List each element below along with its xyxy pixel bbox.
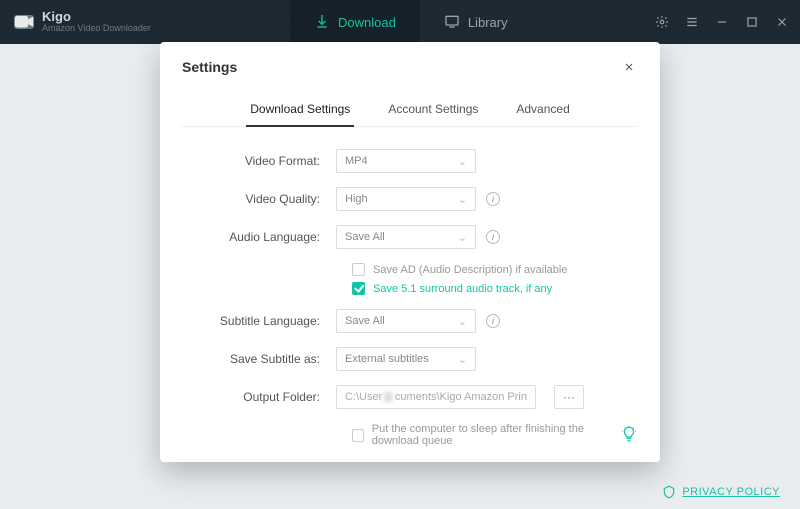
label-video-quality: Video Quality:: [186, 192, 336, 206]
output-path-prefix: C:\User: [345, 391, 382, 403]
library-icon: [444, 13, 460, 32]
label-audio-language: Audio Language:: [186, 230, 336, 244]
label-save-subtitle-as: Save Subtitle as:: [186, 352, 336, 366]
nav-download[interactable]: Download: [290, 0, 420, 44]
info-icon[interactable]: i: [486, 314, 500, 328]
modal-title: Settings: [182, 59, 237, 75]
label-subtitle-language: Subtitle Language:: [186, 314, 336, 328]
select-video-quality[interactable]: High ⌄: [336, 187, 476, 211]
modal-close-button[interactable]: [620, 58, 638, 76]
download-icon: [314, 13, 330, 32]
browse-button[interactable]: ···: [554, 385, 584, 409]
minimize-icon[interactable]: [714, 14, 730, 30]
label-output-folder: Output Folder:: [186, 390, 336, 404]
chevron-down-icon: ⌄: [458, 353, 467, 366]
select-audio-language-value: Save All: [345, 231, 385, 243]
checkbox-sleep-after[interactable]: [352, 429, 364, 442]
settings-tabs: Download Settings Account Settings Advan…: [182, 96, 638, 127]
privacy-policy-link[interactable]: PRIVACY POLICY: [662, 485, 780, 499]
settings-modal: Settings Download Settings Account Setti…: [160, 42, 660, 462]
brand-title: Kigo: [42, 10, 151, 24]
gear-icon[interactable]: [654, 14, 670, 30]
label-save-ad: Save AD (Audio Description) if available: [373, 264, 567, 276]
maximize-icon[interactable]: [744, 14, 760, 30]
select-video-format[interactable]: MP4 ⌄: [336, 149, 476, 173]
chevron-down-icon: ⌄: [458, 231, 467, 244]
modal-header: Settings: [182, 58, 638, 76]
select-audio-language[interactable]: Save All ⌄: [336, 225, 476, 249]
close-icon[interactable]: [774, 14, 790, 30]
window-controls: [654, 0, 790, 44]
menu-icon[interactable]: [684, 14, 700, 30]
privacy-policy-label: PRIVACY POLICY: [682, 486, 780, 498]
chevron-down-icon: ⌄: [458, 315, 467, 328]
output-folder-input[interactable]: C:\User cuments\Kigo Amazon Prin: [336, 385, 536, 409]
info-icon[interactable]: i: [486, 230, 500, 244]
select-video-quality-value: High: [345, 193, 368, 205]
tab-advanced[interactable]: Advanced: [512, 96, 573, 126]
brand-icon: [14, 15, 34, 29]
select-save-subtitle-as-value: External subtitles: [345, 353, 429, 365]
chevron-down-icon: ⌄: [458, 155, 467, 168]
main-nav: Download Library: [290, 0, 532, 44]
label-video-format: Video Format:: [186, 154, 336, 168]
nav-download-label: Download: [338, 15, 396, 30]
titlebar: Kigo Amazon Video Downloader Download Li…: [0, 0, 800, 44]
info-icon[interactable]: i: [486, 192, 500, 206]
chevron-down-icon: ⌄: [458, 193, 467, 206]
tab-account-settings[interactable]: Account Settings: [384, 96, 482, 126]
select-save-subtitle-as[interactable]: External subtitles ⌄: [336, 347, 476, 371]
output-path-blurred: [384, 392, 393, 402]
checkbox-save-ad[interactable]: [352, 263, 365, 276]
nav-library[interactable]: Library: [420, 0, 532, 44]
checkbox-save-51[interactable]: [352, 282, 365, 295]
brand-subtitle: Amazon Video Downloader: [42, 24, 151, 34]
label-save-51: Save 5.1 surround audio track, if any: [373, 283, 552, 295]
label-sleep-after: Put the computer to sleep after finishin…: [372, 423, 634, 447]
select-video-format-value: MP4: [345, 155, 368, 167]
settings-form: Video Format: MP4 ⌄ Video Quality: High …: [182, 149, 638, 453]
tip-button[interactable]: [620, 425, 638, 448]
select-subtitle-language-value: Save All: [345, 315, 385, 327]
nav-library-label: Library: [468, 15, 508, 30]
tab-download-settings[interactable]: Download Settings: [246, 96, 354, 126]
brand: Kigo Amazon Video Downloader: [0, 10, 151, 34]
app-window: Kigo Amazon Video Downloader Download Li…: [0, 0, 800, 509]
output-path-mid: cuments\Kigo Amazon Prin: [395, 391, 527, 403]
select-subtitle-language[interactable]: Save All ⌄: [336, 309, 476, 333]
